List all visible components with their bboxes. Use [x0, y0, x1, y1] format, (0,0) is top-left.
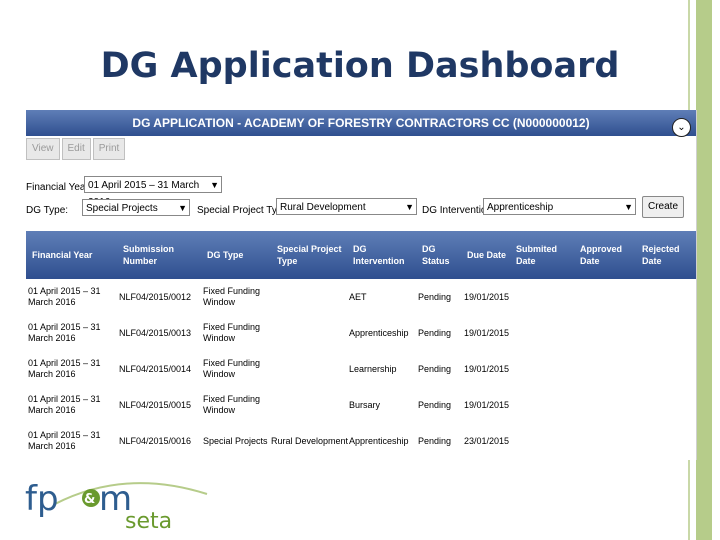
chevron-down-icon: ▼: [405, 202, 414, 212]
print-button[interactable]: Print: [92, 138, 126, 160]
table-row[interactable]: 01 April 2015 – 31 March 2016 NLF04/2015…: [26, 394, 696, 430]
app-header-title: DG APPLICATION - ACADEMY OF FORESTRY CON…: [132, 116, 590, 130]
dg-type-cell: Fixed Funding Window: [203, 286, 261, 307]
financial-year-cell: 01 April 2015 – 31 March 2016: [28, 430, 101, 451]
dg-status-cell: Pending: [418, 328, 452, 338]
special-project-type-value: Rural Development: [280, 202, 366, 213]
financial-year-cell: 01 April 2015 – 31 March 2016: [28, 358, 101, 379]
toolbar: View Edit Print: [26, 138, 126, 160]
dg-status-cell: Pending: [418, 436, 452, 446]
dg-intervention-cell: AET: [349, 292, 367, 302]
slide-title: DG Application Dashboard: [100, 46, 620, 86]
dg-application-window: DG APPLICATION - ACADEMY OF FORESTRY CON…: [26, 110, 697, 460]
dg-intervention-value: Apprenticeship: [487, 202, 554, 213]
financial-year-label: Financial Year:: [26, 182, 92, 193]
fpm-seta-logo: fp & m seta: [25, 479, 208, 534]
dg-type-cell: Fixed Funding Window: [203, 394, 261, 415]
column-header[interactable]: Submission Number: [123, 243, 183, 267]
dg-status-cell: Pending: [418, 292, 452, 302]
dg-type-value: Special Projects: [86, 203, 158, 214]
decorative-bar-thick: [696, 0, 712, 540]
dg-type-select[interactable]: Special Projects ▼: [82, 199, 190, 216]
logo-text-seta: seta: [125, 509, 172, 534]
financial-year-cell: 01 April 2015 – 31 March 2016: [28, 322, 101, 343]
dg-intervention-cell: Bursary: [349, 400, 381, 410]
create-button[interactable]: Create: [642, 196, 684, 218]
logo-text-fp: fp: [25, 479, 59, 519]
column-header[interactable]: DG Intervention: [353, 243, 413, 267]
dg-type-cell: Special Projects: [203, 436, 268, 446]
due-date-cell: 23/01/2015: [464, 436, 510, 446]
due-date-cell: 19/01/2015: [464, 400, 510, 410]
dg-intervention-cell: Learnership: [349, 364, 397, 374]
financial-year-cell: 01 April 2015 – 31 March 2016: [28, 394, 101, 415]
column-header[interactable]: DG Type: [207, 249, 267, 261]
submission-number-cell: NLF04/2015/0016: [119, 436, 192, 446]
financial-year-cell: 01 April 2015 – 31 March 2016: [28, 286, 101, 307]
column-header[interactable]: Financial Year: [32, 249, 112, 261]
dg-status-cell: Pending: [418, 364, 452, 374]
table-row[interactable]: 01 April 2015 – 31 March 2016 NLF04/2015…: [26, 430, 696, 460]
special-project-type-select[interactable]: Rural Development ▼: [276, 198, 417, 215]
edit-button[interactable]: Edit: [61, 138, 91, 160]
column-header[interactable]: Due Date: [467, 249, 517, 261]
table-row[interactable]: 01 April 2015 – 31 March 2016 NLF04/2015…: [26, 322, 696, 358]
dg-intervention-cell: Apprenticeship: [349, 328, 409, 338]
financial-year-select[interactable]: 01 April 2015 – 31 March 2016 ▼: [84, 176, 222, 208]
submission-number-cell: NLF04/2015/0014: [119, 364, 192, 374]
column-header[interactable]: DG Status: [422, 243, 462, 267]
table-row[interactable]: 01 April 2015 – 31 March 2016 NLF04/2015…: [26, 286, 696, 322]
dg-type-label: DG Type:: [26, 205, 69, 216]
submission-number-cell: NLF04/2015/0012: [119, 292, 192, 302]
chevron-down-icon: ▼: [178, 203, 187, 213]
dg-intervention-select[interactable]: Apprenticeship ▼: [483, 198, 636, 215]
dg-intervention-cell: Apprenticeship: [349, 436, 409, 446]
dg-type-cell: Fixed Funding Window: [203, 322, 261, 343]
due-date-cell: 19/01/2015: [464, 328, 510, 338]
special-project-type-cell: Rural Development: [271, 436, 349, 446]
dg-type-cell: Fixed Funding Window: [203, 358, 261, 379]
due-date-cell: 19/01/2015: [464, 292, 510, 302]
submission-number-cell: NLF04/2015/0015: [119, 400, 192, 410]
app-header: DG APPLICATION - ACADEMY OF FORESTRY CON…: [26, 110, 696, 136]
chevron-down-icon[interactable]: ⌄: [672, 118, 691, 137]
column-header[interactable]: Special Project Type: [277, 243, 347, 267]
column-header[interactable]: Rejected Date: [642, 243, 692, 267]
logo-text-amp: &: [84, 492, 95, 507]
view-button[interactable]: View: [26, 138, 60, 160]
table-row[interactable]: 01 April 2015 – 31 March 2016 NLF04/2015…: [26, 358, 696, 394]
column-header[interactable]: Approved Date: [580, 243, 630, 267]
submission-number-cell: NLF04/2015/0013: [119, 328, 192, 338]
chevron-down-icon: ▼: [624, 202, 633, 212]
due-date-cell: 19/01/2015: [464, 364, 510, 374]
chevron-down-icon: ▼: [210, 180, 219, 190]
column-header[interactable]: Submited Date: [516, 243, 566, 267]
table-header: Financial Year Submission Number DG Type…: [26, 231, 696, 279]
dg-status-cell: Pending: [418, 400, 452, 410]
